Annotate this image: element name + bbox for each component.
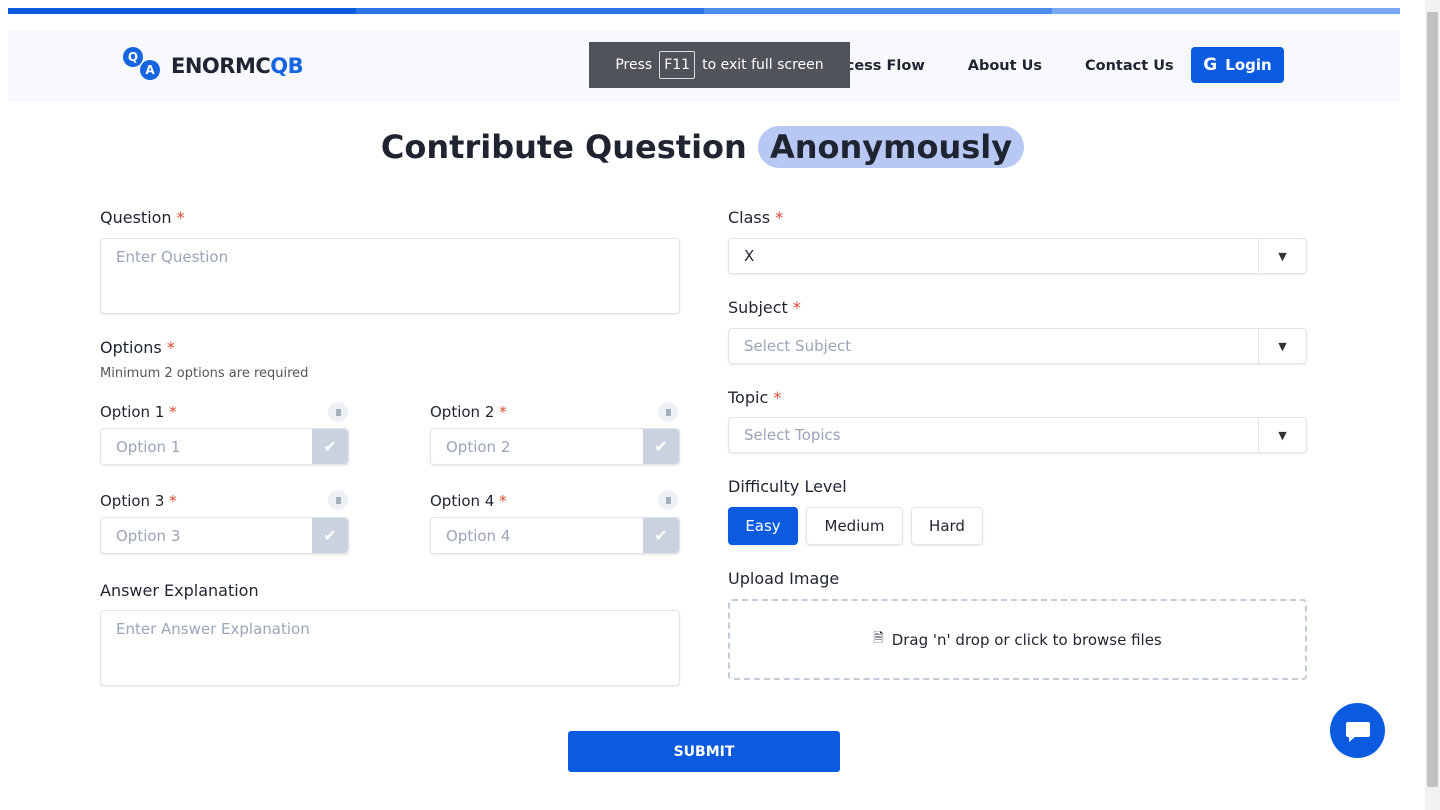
option-3-input[interactable]: Option 3 ✔ [100,517,349,554]
option-2-label: Option 2 * [430,403,507,421]
toast-press: Press [615,57,653,73]
class-label: Class * [728,208,784,227]
delete-option-2-icon[interactable] [658,402,678,422]
submit-button[interactable]: SUBMIT [568,731,840,772]
upload-label: Upload Image [728,569,840,588]
toast-text: to exit full screen [702,57,824,73]
mark-correct-option-1-check-icon[interactable]: ✔ [312,429,348,464]
delete-option-3-icon[interactable] [328,490,348,510]
question-label: Question * [100,208,185,227]
logo-q: Q [123,47,143,67]
question-input[interactable]: Enter Question [100,238,680,314]
scrollbar[interactable] [1425,0,1440,810]
fullscreen-toast: Press F11 to exit full screen [589,42,850,88]
explanation-label: Answer Explanation [100,581,259,600]
chat-bubble-icon [1345,721,1370,742]
mark-correct-option-3-check-icon[interactable]: ✔ [312,518,348,553]
chevron-down-icon[interactable]: ▼ [1258,418,1306,452]
difficulty-easy-button[interactable]: Easy [728,507,798,545]
explanation-input[interactable]: Enter Answer Explanation [100,610,680,686]
chevron-down-icon[interactable]: ▼ [1258,329,1306,363]
option-4-input[interactable]: Option 4 ✔ [430,517,680,554]
file-icon: 🗎 [873,630,884,646]
login-label: Login [1225,56,1272,74]
page-title: Contribute Question Anonymously [0,126,1405,168]
options-hint: Minimum 2 options are required [100,366,309,381]
progress-segment [356,8,704,14]
brand-name: ENORMCQB [171,54,304,78]
subject-label: Subject * [728,298,801,317]
topic-select[interactable]: Select Topics ▼ [728,417,1307,453]
progress-segment [704,8,1052,14]
upload-dropzone[interactable]: 🗎 Drag 'n' drop or click to browse files [728,599,1307,680]
title-highlight: Anonymously [757,126,1025,168]
progress-segment [1052,8,1400,14]
option-2-input[interactable]: Option 2 ✔ [430,428,680,465]
delete-option-1-icon[interactable] [328,402,348,422]
class-select[interactable]: X ▼ [728,238,1307,274]
login-button[interactable]: G Login [1191,47,1284,83]
option-1-label: Option 1 * [100,403,177,421]
page-progress-bar [8,8,1400,14]
topic-label: Topic * [728,388,782,407]
delete-option-4-icon[interactable] [658,490,678,510]
difficulty-hard-button[interactable]: Hard [911,507,983,545]
option-4-label: Option 4 * [430,492,507,510]
nav-contact-us[interactable]: Contact Us [1085,58,1174,74]
mark-correct-option-4-check-icon[interactable]: ✔ [643,518,679,553]
chevron-down-icon[interactable]: ▼ [1258,239,1306,273]
toast-key: F11 [659,51,696,79]
scrollbar-thumb[interactable] [1427,12,1438,787]
google-icon: G [1203,55,1218,75]
qa-logo-icon: Q A [123,47,165,85]
upload-text: Drag 'n' drop or click to browse files [891,630,1162,649]
chat-widget-button[interactable] [1330,703,1385,758]
options-label: Options * [100,338,175,357]
progress-segment [8,8,356,14]
option-3-label: Option 3 * [100,492,177,510]
difficulty-medium-button[interactable]: Medium [806,507,903,545]
logo[interactable]: Q A ENORMCQB [123,47,304,85]
difficulty-label: Difficulty Level [728,477,847,496]
subject-select[interactable]: Select Subject ▼ [728,328,1307,364]
nav-about-us[interactable]: About Us [968,58,1042,74]
logo-a: A [140,60,160,80]
option-1-input[interactable]: Option 1 ✔ [100,428,349,465]
mark-correct-option-2-check-icon[interactable]: ✔ [643,429,679,464]
